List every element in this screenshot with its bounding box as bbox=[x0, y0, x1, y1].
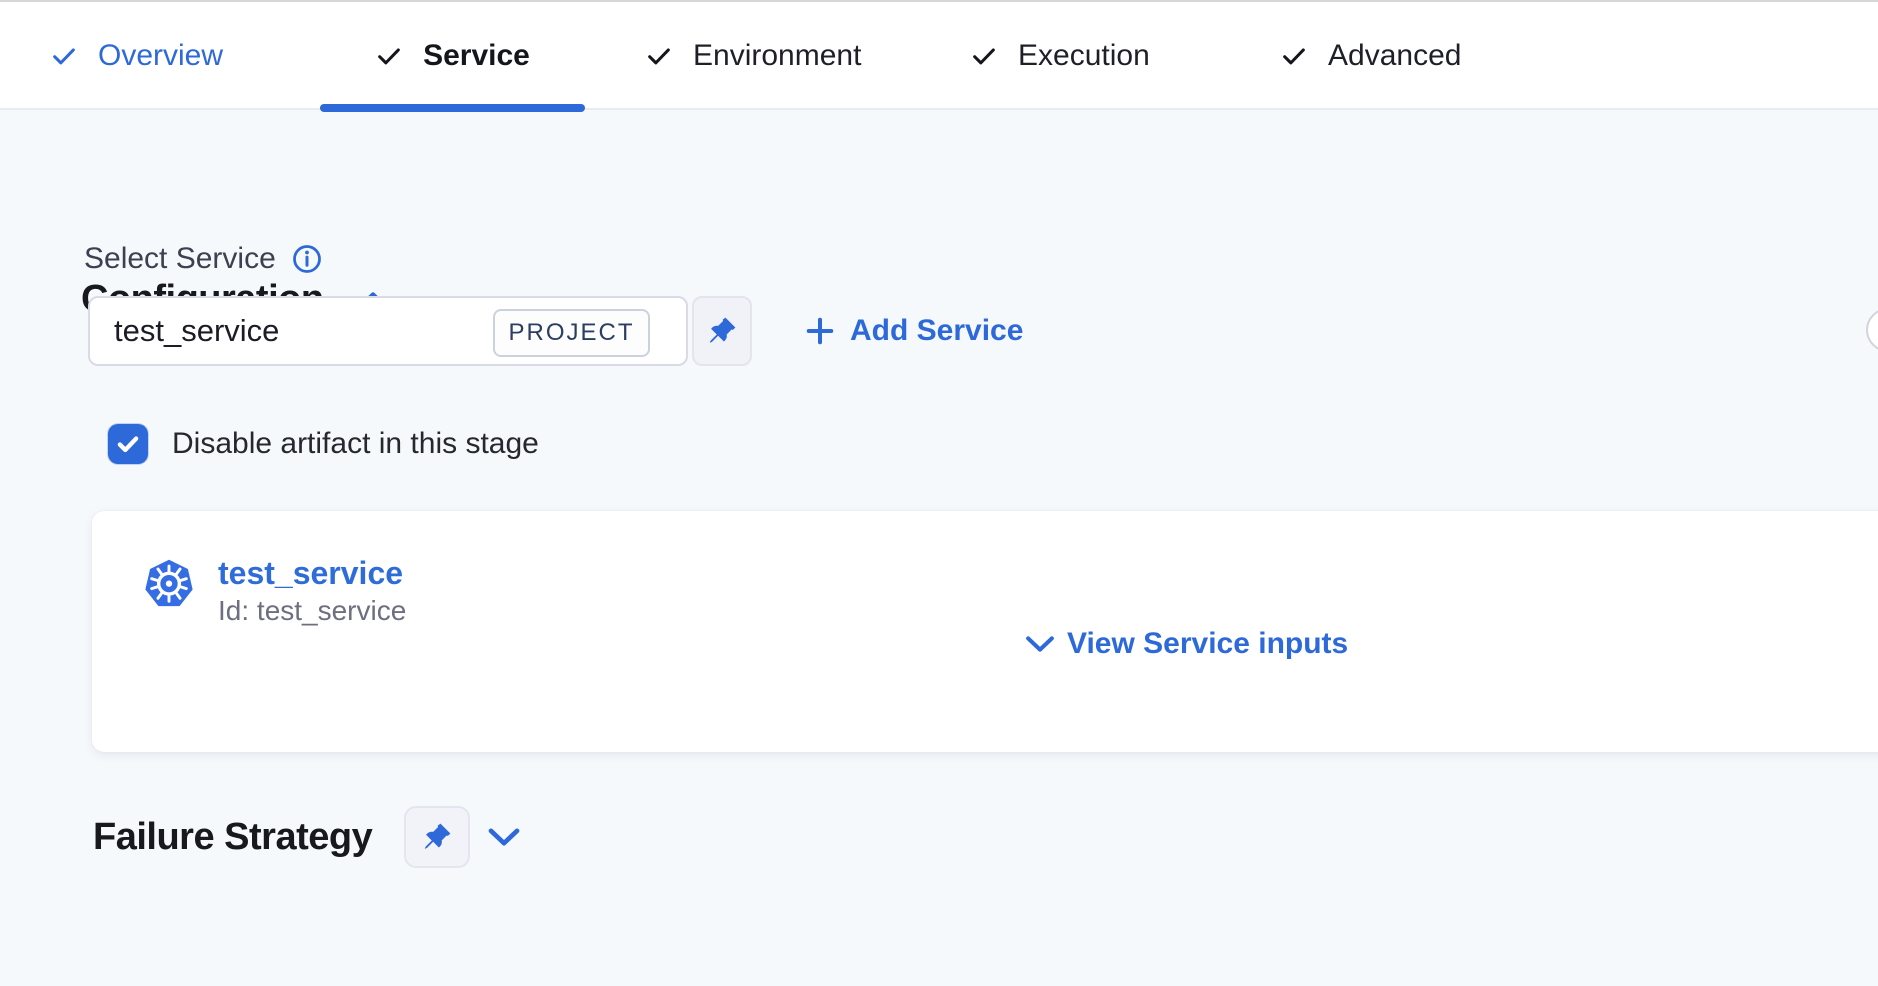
service-select-input[interactable] bbox=[90, 298, 520, 364]
checkmark-icon bbox=[115, 431, 141, 457]
check-icon bbox=[375, 42, 403, 70]
disable-artifact-checkbox[interactable] bbox=[108, 424, 148, 464]
select-service-label: Select Service bbox=[84, 242, 276, 276]
tab-execution[interactable]: Execution bbox=[970, 2, 1150, 110]
service-id-text: Id: test_service bbox=[218, 595, 406, 627]
disable-artifact-label: Disable artifact in this stage bbox=[172, 427, 539, 461]
pin-icon bbox=[706, 315, 738, 347]
tab-label: Environment bbox=[693, 39, 861, 73]
service-tab-panel: Configuration Select Service PROJECT Add… bbox=[0, 110, 1878, 986]
chevron-down-icon bbox=[1025, 634, 1055, 654]
tab-label: Service bbox=[423, 39, 530, 73]
check-icon bbox=[1280, 42, 1308, 70]
service-select-field[interactable]: PROJECT bbox=[88, 296, 688, 366]
tab-label: Overview bbox=[98, 39, 223, 73]
tab-advanced[interactable]: Advanced bbox=[1280, 2, 1461, 110]
plus-icon bbox=[805, 316, 835, 346]
add-service-button[interactable]: Add Service bbox=[805, 296, 1023, 366]
kubernetes-icon bbox=[142, 557, 196, 613]
check-icon bbox=[50, 42, 78, 70]
service-name-link[interactable]: test_service bbox=[218, 555, 403, 592]
fix-runtime-input-pin-button[interactable] bbox=[692, 296, 752, 366]
failure-strategy-heading: Failure Strategy bbox=[93, 816, 372, 859]
service-card: test_service Id: test_service View Servi… bbox=[92, 511, 1878, 752]
info-icon[interactable] bbox=[292, 244, 322, 274]
pin-icon bbox=[421, 821, 453, 853]
edge-floating-button[interactable] bbox=[1866, 308, 1878, 352]
tab-environment[interactable]: Environment bbox=[645, 2, 861, 110]
tab-service[interactable]: Service bbox=[320, 2, 585, 110]
check-icon bbox=[645, 42, 673, 70]
failure-strategy-pin-button[interactable] bbox=[404, 806, 470, 868]
tab-label: Advanced bbox=[1328, 39, 1461, 73]
add-service-label: Add Service bbox=[850, 314, 1023, 348]
scope-badge: PROJECT bbox=[493, 309, 650, 357]
tab-label: Execution bbox=[1018, 39, 1150, 73]
check-icon bbox=[970, 42, 998, 70]
tab-overview[interactable]: Overview bbox=[50, 2, 223, 110]
view-service-inputs-toggle[interactable]: View Service inputs bbox=[1025, 627, 1348, 661]
stage-tab-bar: Overview Service Environment Execution A… bbox=[0, 0, 1878, 110]
view-service-inputs-label: View Service inputs bbox=[1067, 627, 1348, 661]
expand-section-chevron-down-icon[interactable] bbox=[487, 826, 521, 848]
